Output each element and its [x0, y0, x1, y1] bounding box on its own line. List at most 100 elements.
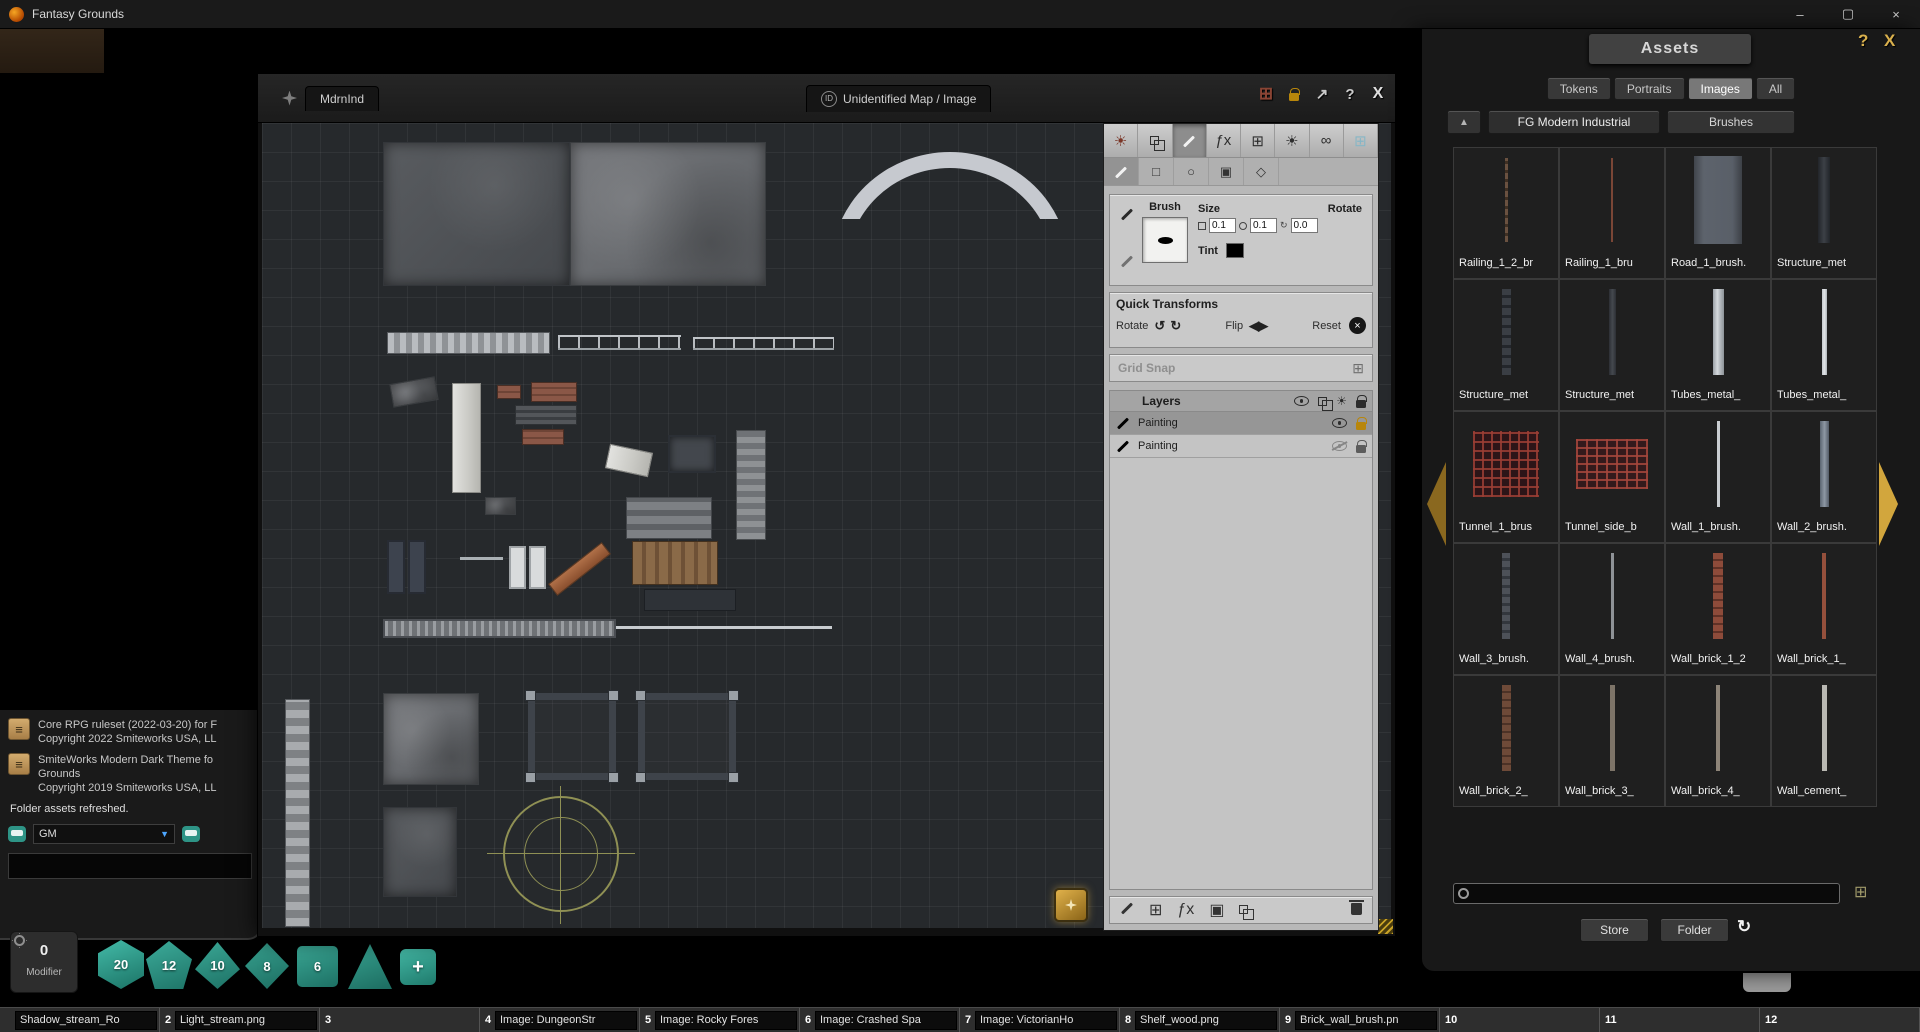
- hotkey-slot-9[interactable]: 9 Brick_wall_brush.pn: [1280, 1008, 1440, 1032]
- chat-input[interactable]: [8, 853, 252, 879]
- asset-item[interactable]: Wall_brick_1_2: [1665, 543, 1771, 675]
- window-pin-icon[interactable]: [282, 91, 297, 106]
- grid-tool-icon[interactable]: ⊞: [1344, 124, 1378, 157]
- asset-item[interactable]: Wall_cement_: [1771, 675, 1877, 807]
- chat-bubble-icon[interactable]: [8, 826, 26, 842]
- paint-tool-icon[interactable]: [1173, 124, 1207, 157]
- panel-help-icon[interactable]: ?: [1858, 31, 1868, 51]
- d4-die[interactable]: [348, 944, 392, 989]
- lighting-tool-icon[interactable]: ☀: [1275, 124, 1309, 157]
- toggle-all-visibility-icon[interactable]: [1294, 396, 1309, 406]
- page-right-arrow[interactable]: [1879, 462, 1898, 546]
- circle-draw-icon[interactable]: ○: [1174, 158, 1209, 185]
- asset-item[interactable]: Wall_4_brush.: [1559, 543, 1665, 675]
- current-folder-button[interactable]: FG Modern Industrial: [1488, 110, 1660, 134]
- eraser-icon[interactable]: ◇: [1244, 158, 1279, 185]
- close-window-icon[interactable]: X: [1369, 85, 1387, 103]
- rotate-cw-button[interactable]: ↻: [1170, 318, 1180, 334]
- hotkey-slot-7[interactable]: 7 Image: VictorianHo: [960, 1008, 1120, 1032]
- hotkey-slot-2[interactable]: 2 Light_stream.png: [160, 1008, 320, 1032]
- d8-die[interactable]: 8: [245, 943, 289, 989]
- hotkey-slot-4[interactable]: 4 Image: DungeonStr: [480, 1008, 640, 1032]
- asset-item[interactable]: Wall_1_brush.: [1665, 411, 1771, 543]
- tab-portraits[interactable]: Portraits: [1614, 77, 1685, 100]
- asset-item[interactable]: Structure_met: [1453, 279, 1559, 411]
- stamp-draw-icon[interactable]: ▣: [1209, 158, 1244, 185]
- help-icon[interactable]: ?: [1341, 86, 1359, 103]
- layer-row[interactable]: Painting: [1110, 435, 1372, 458]
- map-tab-mdrnind[interactable]: MdrnInd: [305, 86, 379, 111]
- effects-tool-icon[interactable]: ƒx: [1207, 124, 1241, 157]
- layer-row[interactable]: Painting: [1110, 412, 1372, 435]
- asset-item[interactable]: Wall_brick_3_: [1559, 675, 1665, 807]
- grid-settings-icon[interactable]: ⊞: [1257, 84, 1275, 104]
- asset-item[interactable]: Tubes_metal_: [1665, 279, 1771, 411]
- asset-item[interactable]: Structure_met: [1771, 147, 1877, 279]
- d6-die[interactable]: 6: [297, 946, 338, 987]
- tab-all[interactable]: All: [1756, 77, 1795, 100]
- merge-layers-icon[interactable]: ⊞: [1149, 900, 1162, 920]
- asset-item[interactable]: Tunnel_side_b: [1559, 411, 1665, 543]
- maximize-button[interactable]: ▢: [1824, 0, 1872, 28]
- lock-all-layers-icon[interactable]: [1356, 395, 1366, 408]
- gear-icon[interactable]: [14, 935, 25, 946]
- asset-item[interactable]: Railing_1_2_br: [1453, 147, 1559, 279]
- hotkey-slot-6[interactable]: 6 Image: Crashed Spa: [800, 1008, 960, 1032]
- line-of-sight-tool-icon[interactable]: ∞: [1310, 124, 1344, 157]
- hotkey-slot-12[interactable]: 12: [1760, 1008, 1920, 1032]
- pointer-toggle-button[interactable]: [1054, 888, 1088, 922]
- whisper-bubble-icon[interactable]: [182, 826, 200, 842]
- rectangle-draw-icon[interactable]: □: [1139, 158, 1174, 185]
- d12-die[interactable]: 12: [146, 941, 192, 989]
- layer-effects-icon[interactable]: ƒx: [1177, 901, 1194, 919]
- reset-transforms-button[interactable]: ×: [1349, 317, 1366, 334]
- brush-height-input[interactable]: [1250, 218, 1277, 233]
- delete-layer-icon[interactable]: [1351, 900, 1362, 920]
- d10-die[interactable]: 10: [195, 942, 240, 989]
- hotkey-slot-10[interactable]: 10: [1440, 1008, 1600, 1032]
- asset-item[interactable]: Wall_brick_2_: [1453, 675, 1559, 807]
- layer-stamps-icon[interactable]: [1318, 397, 1327, 406]
- new-layer-icon[interactable]: ▣: [1209, 900, 1224, 920]
- layer-lock-icon[interactable]: [1356, 440, 1366, 453]
- expand-window-icon[interactable]: ↗: [1313, 85, 1331, 103]
- brush-width-input[interactable]: [1209, 218, 1236, 233]
- asset-item[interactable]: Railing_1_bru: [1559, 147, 1665, 279]
- close-button[interactable]: ×: [1872, 0, 1920, 28]
- minimize-button[interactable]: –: [1776, 0, 1824, 28]
- asset-item[interactable]: Wall_brick_4_: [1665, 675, 1771, 807]
- d20-die[interactable]: 20: [98, 940, 144, 989]
- folder-up-button[interactable]: ▲: [1447, 110, 1481, 134]
- stamp-tool-icon[interactable]: [1138, 124, 1172, 157]
- brush-rotate-input[interactable]: [1291, 218, 1318, 233]
- duplicate-layer-icon[interactable]: [1239, 901, 1248, 919]
- modifier-box[interactable]: 0 Modifier: [10, 931, 78, 993]
- store-button[interactable]: Store: [1580, 918, 1649, 942]
- environment-tool-icon[interactable]: ☀: [1104, 124, 1138, 157]
- edit-stamp-icon[interactable]: [1120, 254, 1134, 273]
- asset-item[interactable]: Wall_brick_1_: [1771, 543, 1877, 675]
- tiles-tool-icon[interactable]: ⊞: [1241, 124, 1275, 157]
- brush-preview[interactable]: [1142, 217, 1188, 263]
- flip-horizontal-button[interactable]: ◀▶: [1249, 318, 1267, 334]
- tab-tokens[interactable]: Tokens: [1547, 77, 1611, 100]
- layer-visibility-icon[interactable]: [1332, 418, 1347, 428]
- lock-icon[interactable]: [1285, 88, 1303, 101]
- hotkey-slot-1[interactable]: Shadow_stream_Ro: [0, 1008, 160, 1032]
- asset-item[interactable]: Tunnel_1_brus: [1453, 411, 1559, 543]
- hotkey-slot-3[interactable]: 3: [320, 1008, 480, 1032]
- hotkey-slot-8[interactable]: 8 Shelf_wood.png: [1120, 1008, 1280, 1032]
- asset-search-input[interactable]: [1474, 888, 1835, 900]
- page-left-arrow[interactable]: [1427, 462, 1446, 546]
- rotate-ccw-button[interactable]: ↺: [1154, 318, 1164, 334]
- layer-lighting-icon[interactable]: ☀: [1336, 394, 1347, 408]
- grid-view-icon[interactable]: ⊞: [1854, 882, 1867, 902]
- asset-item[interactable]: Wall_2_brush.: [1771, 411, 1877, 543]
- asset-item[interactable]: Road_1_brush.: [1665, 147, 1771, 279]
- edit-brush-icon[interactable]: [1120, 207, 1134, 226]
- hotkey-slot-11[interactable]: 11: [1600, 1008, 1760, 1032]
- tint-color-swatch[interactable]: [1226, 243, 1244, 258]
- hotkey-slot-5[interactable]: 5 Image: Rocky Fores: [640, 1008, 800, 1032]
- freehand-draw-icon[interactable]: [1104, 158, 1139, 185]
- layer-visibility-icon[interactable]: [1332, 441, 1347, 451]
